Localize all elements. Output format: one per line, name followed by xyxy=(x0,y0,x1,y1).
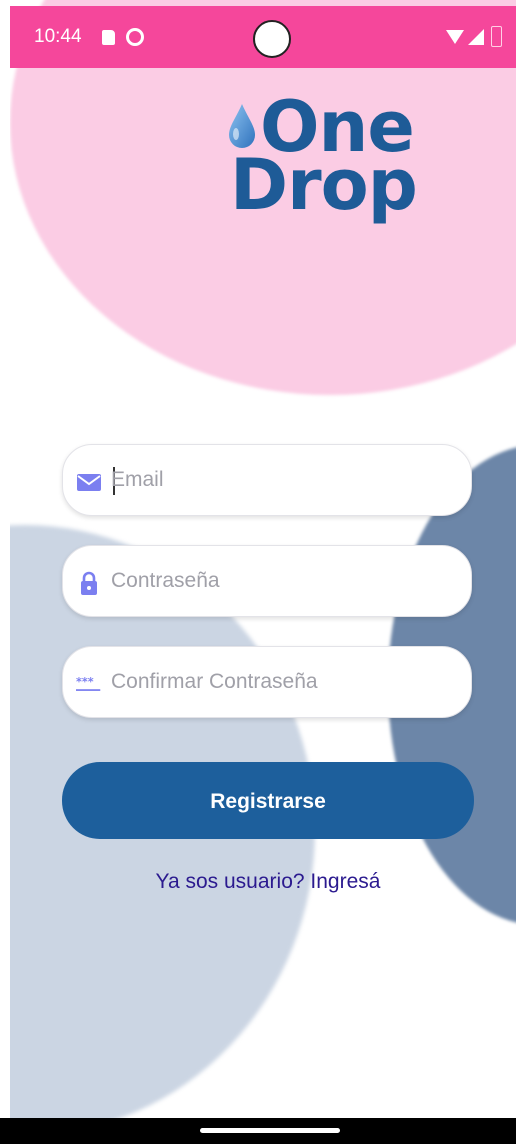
register-screen: 10:44 One Drop Email *** Registrarse Ya … xyxy=(0,0,516,1144)
register-button[interactable]: Registrarse xyxy=(62,762,474,839)
water-drop-icon xyxy=(229,104,255,148)
navigation-bar xyxy=(0,1118,516,1144)
email-field[interactable] xyxy=(62,444,472,516)
app-logo: One Drop xyxy=(218,92,458,242)
signal-icon xyxy=(468,29,484,45)
confirm-password-field[interactable]: *** xyxy=(62,646,472,718)
sd-card-icon xyxy=(102,30,115,45)
camera-cutout xyxy=(253,20,291,58)
password-field[interactable] xyxy=(62,545,472,617)
mail-icon xyxy=(77,474,101,491)
status-bar: 10:44 xyxy=(10,6,516,68)
battery-icon xyxy=(491,26,502,47)
home-gesture-handle[interactable] xyxy=(200,1128,340,1133)
wifi-icon xyxy=(446,30,464,44)
lock-icon xyxy=(81,571,97,595)
email-input[interactable] xyxy=(111,461,451,499)
status-time: 10:44 xyxy=(34,26,82,47)
password-input[interactable] xyxy=(111,562,451,600)
login-link[interactable]: Ya sos usuario? Ingresá xyxy=(0,870,516,894)
confirm-password-input[interactable] xyxy=(111,663,451,701)
password-dots-icon: *** xyxy=(76,676,101,691)
svg-text:***: *** xyxy=(76,676,94,689)
sync-icon xyxy=(126,28,144,46)
screen-edge xyxy=(0,0,10,1118)
logo-text-drop: Drop xyxy=(230,144,418,226)
